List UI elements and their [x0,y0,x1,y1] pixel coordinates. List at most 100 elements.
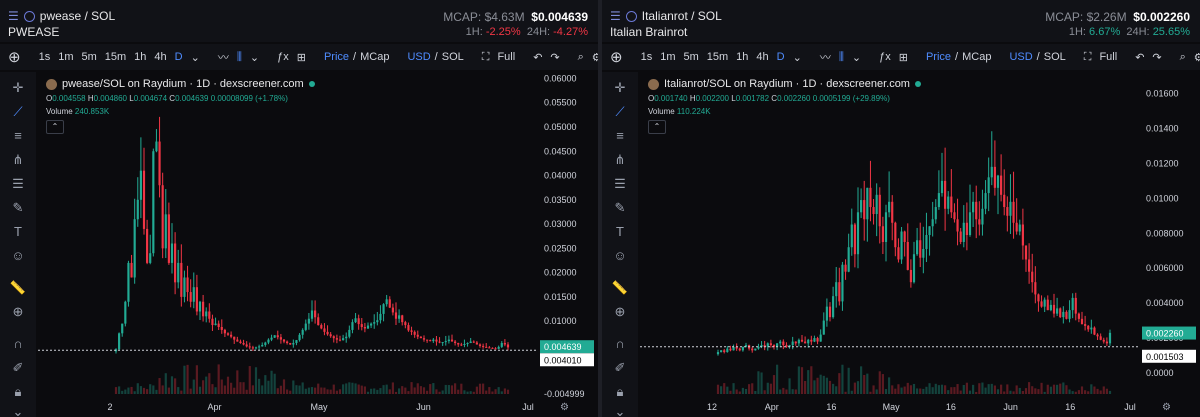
snapshot-icon[interactable]: ⌕ [578,51,584,64]
candle-body [804,341,807,344]
zoom-in-icon[interactable]: ⊕ [8,302,28,322]
emoji-icon[interactable]: ☺ [610,246,630,266]
volume-bar [1080,386,1084,394]
chevron-down-icon[interactable]: ⌄ [793,51,802,64]
fullscreen-icon[interactable]: ⛶ [1084,51,1092,64]
lock-icon[interactable]: 🔒︎ [8,382,28,402]
price-toggle[interactable]: Price [926,51,951,63]
brush-icon[interactable]: ✎ [8,198,28,218]
candle-body [912,254,916,283]
lock-icon[interactable]: 🔒︎ [610,382,630,402]
snapshot-icon[interactable]: ⌕ [1180,51,1186,64]
crosshair-icon[interactable]: ✛ [8,78,28,98]
settings-icon[interactable]: ⚙ [1194,51,1200,64]
crosshair-icon[interactable]: ✛ [610,78,630,98]
text-icon[interactable]: T [610,222,630,242]
undo-icon[interactable]: ↶ [533,51,542,64]
volume-bar [866,373,869,394]
candle-body [133,219,136,278]
add-symbol-icon[interactable]: ⊕ [610,48,623,66]
interval-1h[interactable]: 1h [736,51,748,63]
price-chart[interactable]: 0.06000 0.05500 0.05000 0.04500 0.04000 0.035… [38,72,598,417]
candlestick-chart[interactable]: 0.01600 0.01400 0.01200 0.01000 0.008000 0.00… [640,72,1200,417]
layout-grid-icon[interactable]: ⊞ [297,51,306,64]
interval-1s[interactable]: 1s [39,51,51,63]
fib-icon[interactable]: ☰ [610,174,630,194]
interval-5m[interactable]: 5m [683,51,698,63]
chevron-down-icon[interactable]: ⌄ [8,402,28,417]
interval-4h[interactable]: 4h [154,51,166,63]
line-chart-icon[interactable]: 〰 [218,49,229,65]
emoji-icon[interactable]: ☺ [8,246,28,266]
interval-1d[interactable]: D [777,51,785,63]
token-name: PWEASE [8,25,60,39]
volume-bar [373,388,376,394]
ruler-icon[interactable]: 📏 [610,278,630,298]
pair-title[interactable]: ☰ pwease / SOL [8,9,115,23]
add-symbol-icon[interactable]: ⊕ [8,48,21,66]
interval-4h[interactable]: 4h [756,51,768,63]
text-icon[interactable]: T [8,222,28,242]
candle-body [426,339,429,341]
volume-bar [407,391,410,394]
menu-icon[interactable]: ☰ [8,9,19,23]
candle-body [463,343,466,345]
brush-icon[interactable]: ✎ [610,198,630,218]
interval-1d[interactable]: D [175,51,183,63]
full-button[interactable]: Full [497,51,515,63]
chevron-down-icon[interactable]: ⌄ [191,51,200,64]
collapse-legend-button[interactable]: ⌃ [648,120,666,134]
ruler-icon[interactable]: 📏 [8,278,28,298]
drawing-toolbar: ✛ ⟋ ≡ ⋔ ☰ ✎ T ☺ 📏 ⊕ ∩ ✐ 🔒︎ ⌄ [0,72,36,417]
volume-bar [127,387,130,394]
candles-icon[interactable]: ⫼ [237,51,242,64]
lock-drawing-icon[interactable]: ✐ [610,358,630,378]
layout-grid-icon[interactable]: ⊞ [899,51,908,64]
pair-title[interactable]: ☰ Italianrot / SOL [610,9,722,23]
interval-15m[interactable]: 15m [105,51,126,63]
redo-icon[interactable]: ↷ [550,51,559,64]
sol-toggle[interactable]: SOL [1044,51,1066,63]
interval-15m[interactable]: 15m [707,51,728,63]
price-toggle[interactable]: Price [324,51,349,63]
trend-line-icon[interactable]: ⟋ [8,102,28,122]
price-chart[interactable]: 0.01600 0.01400 0.01200 0.01000 0.008000 0.00… [640,72,1200,417]
horizontal-lines-icon[interactable]: ≡ [610,126,630,146]
chevron-down-icon[interactable]: ⌄ [250,51,259,64]
interval-1s[interactable]: 1s [641,51,653,63]
full-button[interactable]: Full [1099,51,1117,63]
interval-1m[interactable]: 1m [660,51,675,63]
sol-toggle[interactable]: SOL [442,51,464,63]
fib-icon[interactable]: ☰ [8,174,28,194]
y-axis-tick-label: 0.06000 [544,73,577,83]
candle-body [860,200,863,213]
chevron-down-icon[interactable]: ⌄ [610,402,630,417]
indicators-icon[interactable]: ƒx [277,51,289,63]
horizontal-lines-icon[interactable]: ≡ [8,126,28,146]
indicators-icon[interactable]: ƒx [879,51,891,63]
redo-icon[interactable]: ↷ [1152,51,1161,64]
magnet-icon[interactable]: ∩ [610,334,630,354]
candles-icon[interactable]: ⫼ [839,51,844,64]
mcap-toggle[interactable]: MCap [962,51,991,63]
usd-toggle[interactable]: USD [1009,51,1032,63]
candle-body [990,166,993,178]
fullscreen-icon[interactable]: ⛶ [482,51,490,64]
mcap-toggle[interactable]: MCap [360,51,389,63]
interval-1h[interactable]: 1h [134,51,146,63]
pitchfork-icon[interactable]: ⋔ [610,150,630,170]
menu-icon[interactable]: ☰ [610,9,621,23]
candlestick-chart[interactable]: 0.06000 0.05500 0.05000 0.04500 0.04000 0.035… [38,72,598,417]
zoom-in-icon[interactable]: ⊕ [610,302,630,322]
interval-5m[interactable]: 5m [81,51,96,63]
interval-1m[interactable]: 1m [58,51,73,63]
undo-icon[interactable]: ↶ [1135,51,1144,64]
collapse-legend-button[interactable]: ⌃ [46,120,64,134]
chevron-down-icon[interactable]: ⌄ [852,51,861,64]
pitchfork-icon[interactable]: ⋔ [8,150,28,170]
trend-line-icon[interactable]: ⟋ [610,102,630,122]
line-chart-icon[interactable]: 〰 [820,49,831,65]
lock-drawing-icon[interactable]: ✐ [8,358,28,378]
magnet-icon[interactable]: ∩ [8,334,28,354]
usd-toggle[interactable]: USD [407,51,430,63]
